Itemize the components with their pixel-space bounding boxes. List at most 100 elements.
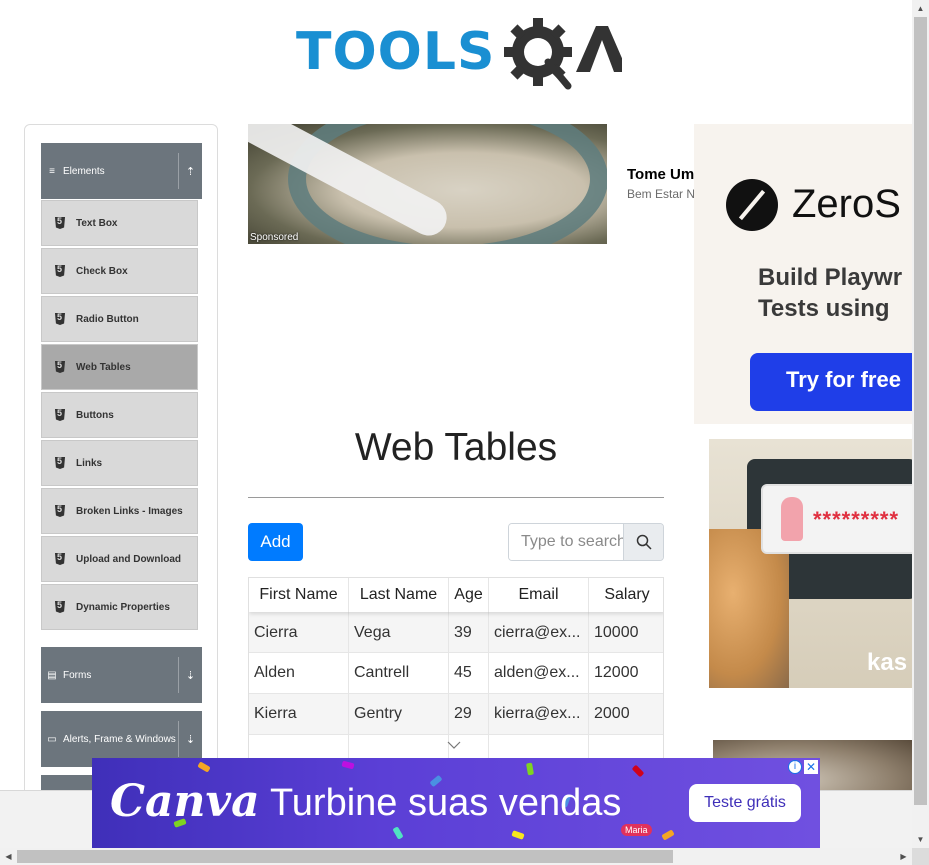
column-header-last-name[interactable]: Last Name [349, 578, 449, 612]
sidebar-item-label: Check Box [76, 265, 128, 277]
scroll-up-arrow-icon[interactable]: ▲ [912, 0, 929, 17]
search-button[interactable] [623, 524, 663, 560]
kaspersky-ad[interactable]: ********* kas [709, 439, 912, 688]
zerostep-ad[interactable]: ZeroS Build Playwr Tests using Try for f… [694, 124, 912, 424]
cell-salary: 12000 [594, 664, 639, 681]
sidebar-item-label: Web Tables [76, 361, 131, 373]
page-title: Web Tables [354, 426, 558, 469]
table-row: Cierra Vega 39 cierra@ex... 10000 [249, 612, 663, 653]
html5-icon [54, 505, 66, 517]
search-input[interactable] [509, 524, 623, 560]
cell-salary: 2000 [594, 705, 630, 722]
expand-arrow-icon[interactable]: ⇣ [178, 657, 202, 693]
column-header-first-name[interactable]: First Name [249, 578, 349, 612]
sidebar-item-label: Upload and Download [76, 553, 181, 565]
html5-icon [54, 553, 66, 565]
canva-logo: Canva [110, 776, 260, 827]
group-forms[interactable]: ▤ Forms ⇣ [41, 647, 202, 703]
zerostep-logo-icon [726, 179, 778, 231]
column-header-salary[interactable]: Salary [589, 578, 663, 612]
html5-icon [54, 313, 66, 325]
sidebar-item-broken-links[interactable]: Broken Links - Images [41, 488, 198, 534]
table-header-row: First Name Last Name Age Email Salary [249, 578, 663, 612]
column-header-email[interactable]: Email [489, 578, 589, 612]
sponsored-ad-image[interactable]: Sponsored [248, 124, 607, 244]
sponsored-label: Sponsored [250, 232, 299, 243]
table-row: Alden Cantrell 45 alden@ex... 12000 [249, 652, 663, 693]
html5-icon [54, 601, 66, 613]
cell-last-name: Gentry [349, 694, 449, 734]
cell-first-name: Cierra [249, 612, 349, 653]
hamburger-icon: ≡ [49, 165, 55, 177]
ad-info-icon[interactable]: i [788, 760, 802, 774]
document-icon: ▤ [47, 669, 57, 681]
search-icon [636, 534, 652, 550]
ad-close-icon[interactable]: ✕ [804, 760, 818, 774]
cell-first-name: Alden [249, 653, 349, 693]
cell-email: cierra@ex... [489, 612, 589, 653]
zerostep-tagline-2: Tests using [758, 295, 890, 322]
window-icon: ▭ [47, 733, 57, 745]
kaspersky-brand: kas [867, 649, 908, 676]
page-viewport: TOOLS QA [0, 0, 912, 848]
sidebar-item-dynamic-properties[interactable]: Dynamic Properties [41, 584, 198, 630]
try-for-free-button[interactable]: Try for free [750, 353, 912, 411]
gear-search-icon [504, 18, 622, 90]
toolsqa-logo[interactable]: TOOLS QA [296, 14, 622, 94]
sidebar-item-links[interactable]: Links [41, 440, 198, 486]
key-icon [781, 497, 803, 541]
ad-headline[interactable]: Tome Um [627, 166, 694, 183]
zerostep-tagline-1: Build Playwr [758, 264, 903, 291]
cell-last-name: Vega [349, 612, 449, 653]
canva-ad-banner[interactable]: Canva Turbine suas vendas Maria Teste gr… [92, 758, 820, 848]
sidebar-item-text-box[interactable]: Text Box [41, 200, 198, 246]
sidebar-item-label: Dynamic Properties [76, 601, 170, 613]
sidebar-item-label: Text Box [76, 217, 118, 229]
scrollbar-corner [912, 848, 929, 865]
sidebar-item-buttons[interactable]: Buttons [41, 392, 198, 438]
title-divider [248, 497, 664, 498]
cell-salary: 10000 [594, 623, 639, 641]
cell-last-name: Cantrell [349, 653, 449, 693]
collapse-arrow-icon[interactable]: ⇡ [178, 153, 202, 189]
cell-age: 39 [449, 612, 489, 653]
html5-icon [54, 457, 66, 469]
html5-icon [54, 361, 66, 373]
cell-email: alden@ex... [489, 653, 589, 693]
html5-icon [54, 409, 66, 421]
sidebar-item-upload-download[interactable]: Upload and Download [41, 536, 198, 582]
scroll-right-arrow-icon[interactable]: ▶ [895, 848, 912, 865]
logo-text-tools: TOOLS [296, 22, 496, 82]
scroll-down-arrow-icon[interactable]: ▼ [912, 831, 929, 848]
group-elements-label: Elements [63, 165, 105, 177]
logo-text-qa: QA [296, 14, 297, 15]
html5-icon [54, 265, 66, 277]
html5-icon [54, 217, 66, 229]
horizontal-scrollbar-thumb[interactable] [17, 850, 673, 863]
canva-name-tag: Maria [621, 824, 652, 836]
sidebar-item-web-tables[interactable]: Web Tables [41, 344, 198, 390]
vertical-scrollbar-thumb[interactable] [914, 17, 927, 805]
group-elements[interactable]: ≡ Elements ⇡ [41, 143, 202, 199]
cell-email: kierra@ex... [489, 694, 589, 734]
table-row: Kierra Gentry 29 kierra@ex... 2000 [249, 693, 663, 734]
expand-arrow-icon[interactable]: ⇣ [178, 721, 202, 757]
chevron-down-icon [447, 741, 461, 749]
teste-gratis-button[interactable]: Teste grátis [689, 784, 801, 822]
cell-age: 45 [449, 653, 489, 693]
sidebar-item-radio-button[interactable]: Radio Button [41, 296, 198, 342]
zerostep-name: ZeroS [792, 182, 901, 226]
group-forms-label: Forms [63, 669, 92, 681]
sidebar-item-label: Radio Button [76, 313, 139, 325]
sidebar-item-check-box[interactable]: Check Box [41, 248, 198, 294]
column-header-age[interactable]: Age [449, 578, 489, 612]
sidebar-item-label: Buttons [76, 409, 114, 421]
search-box [508, 523, 664, 561]
password-mask: ********* [813, 507, 900, 532]
left-panel: ≡ Elements ⇡ Text Box Check Box Radio Bu… [24, 124, 218, 848]
add-button[interactable]: Add [248, 523, 303, 561]
canva-tagline: Turbine suas vendas [270, 782, 622, 824]
cell-first-name: Kierra [249, 694, 349, 734]
scroll-left-arrow-icon[interactable]: ◀ [0, 848, 17, 865]
sidebar-item-label: Links [76, 457, 103, 469]
